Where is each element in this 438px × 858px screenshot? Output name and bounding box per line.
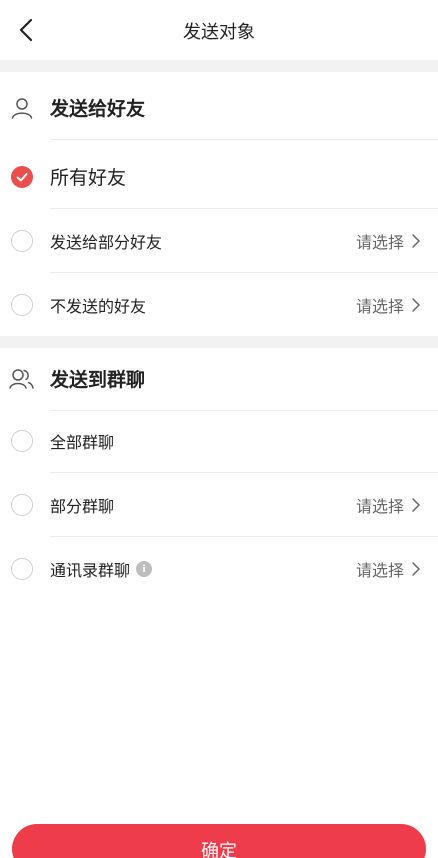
header: 发送对象: [0, 0, 438, 60]
groups-section-title: 发送到群聊: [50, 369, 146, 391]
groups-section-header: 发送到群聊: [0, 347, 438, 411]
check-icon: [16, 173, 28, 182]
option-some-groups[interactable]: 部分群聊 请选择: [0, 473, 438, 537]
select-excluded-link[interactable]: 请选择: [356, 293, 422, 317]
chevron-right-icon: [412, 562, 420, 576]
select-groups-link[interactable]: 请选择: [356, 493, 422, 517]
chevron-right-icon: [412, 298, 420, 312]
option-some-friends[interactable]: 发送给部分好友 请选择: [0, 209, 438, 273]
radio-unchecked[interactable]: [11, 294, 33, 316]
select-label: 请选择: [355, 496, 404, 516]
friends-section-title: 发送给好友: [50, 98, 146, 120]
page-title: 发送对象: [183, 22, 255, 43]
person-icon: [11, 98, 33, 119]
option-contact-groups[interactable]: 通讯录群聊 i 请选择: [0, 537, 438, 601]
option-all-friends[interactable]: 所有好友: [0, 145, 438, 209]
confirm-label: 确定: [201, 841, 237, 858]
select-label: 请选择: [355, 297, 404, 316]
confirm-button[interactable]: 确定: [12, 824, 426, 858]
radio-unchecked[interactable]: [11, 558, 33, 580]
option-label: 发送给部分好友: [50, 232, 163, 252]
chevron-right-icon: [412, 233, 420, 248]
option-excluded-friends[interactable]: 不发送的好友 请选择: [0, 273, 438, 337]
friends-section-header: 发送给好友: [0, 76, 438, 140]
option-label: 全部群聊: [50, 432, 115, 452]
radio-unchecked[interactable]: [11, 430, 33, 452]
select-friends-link[interactable]: 请选择: [356, 229, 422, 253]
select-contact-groups-link[interactable]: 请选择: [356, 557, 422, 581]
option-label: 部分群聊: [50, 496, 115, 516]
radio-unchecked[interactable]: [11, 230, 33, 252]
radio-checked[interactable]: [11, 166, 33, 188]
section-divider: [0, 60, 438, 72]
send-target-page: 发送对象 发送给好友 所有好友 发送给部分好友 请选择 不发送的好友 请选择 发…: [0, 0, 438, 858]
info-icon[interactable]: i: [136, 561, 153, 577]
option-all-groups[interactable]: 全部群聊: [0, 409, 438, 473]
chevron-right-icon: [412, 497, 420, 512]
select-label: 请选择: [355, 561, 404, 580]
radio-unchecked[interactable]: [11, 494, 33, 516]
option-label: 所有好友: [50, 167, 127, 189]
option-label: 通讯录群聊: [50, 561, 131, 580]
group-icon: [9, 369, 34, 389]
select-label: 请选择: [355, 232, 404, 252]
option-label: 不发送的好友: [50, 297, 147, 316]
option-label-with-info: 通讯录群聊 i: [50, 557, 153, 581]
